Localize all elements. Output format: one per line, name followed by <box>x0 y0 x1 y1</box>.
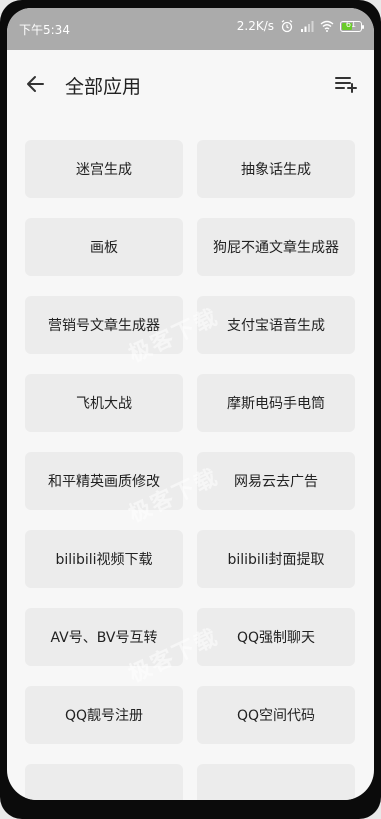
app-card[interactable]: AV号、BV号互转 <box>25 608 183 666</box>
battery-level: 61 <box>345 19 357 29</box>
app-card-label: 和平精英画质修改 <box>48 474 160 490</box>
app-card-label: 摩斯电码手电筒 <box>227 396 325 412</box>
app-card[interactable]: 抽象话生成 <box>197 140 355 198</box>
app-card[interactable]: QQ空间代码 <box>197 686 355 744</box>
app-card[interactable] <box>25 764 183 800</box>
arrow-left-icon <box>27 76 44 92</box>
app-card-label: 飞机大战 <box>76 396 132 412</box>
screen: 下午5:34 2.2K/s 61 全部应用 迷宫生成 抽象话生成 画板 狗屁不通… <box>7 8 374 800</box>
app-card-label: 迷宫生成 <box>76 162 132 178</box>
app-card[interactable]: 营销号文章生成器 <box>25 296 183 354</box>
add-to-list-button[interactable] <box>332 70 360 98</box>
app-card-label: bilibili封面提取 <box>227 552 325 568</box>
phone-frame: 下午5:34 2.2K/s 61 全部应用 迷宫生成 抽象话生成 画板 狗屁不通… <box>0 0 381 819</box>
app-card[interactable]: 摩斯电码手电筒 <box>197 374 355 432</box>
app-card-label: AV号、BV号互转 <box>50 630 158 646</box>
battery-icon: 61 <box>340 19 364 32</box>
alarm-icon <box>281 20 293 33</box>
app-card[interactable]: 迷宫生成 <box>25 140 183 198</box>
app-grid: 迷宫生成 抽象话生成画板 狗屁不通文章生成器营销号文章生成器 支付宝语音生成飞机大战 摩… <box>25 140 355 800</box>
status-bar: 下午5:34 2.2K/s 61 <box>7 8 374 50</box>
app-card[interactable]: 和平精英画质修改 <box>25 452 183 510</box>
wifi-icon <box>320 20 334 32</box>
app-card-label: QQ靓号注册 <box>64 708 144 724</box>
status-icons: 2.2K/s 61 <box>236 19 364 33</box>
app-card[interactable] <box>197 764 355 800</box>
app-card-label: QQ强制聊天 <box>236 630 316 646</box>
app-card-label: 支付宝语音生成 <box>227 318 325 334</box>
app-card[interactable]: bilibili封面提取 <box>197 530 355 588</box>
page-title: 全部应用 <box>65 76 142 98</box>
app-card-label: 网易云去广告 <box>234 474 318 490</box>
status-time: 下午5:34 <box>19 23 70 37</box>
signal-icon <box>301 21 314 32</box>
app-card[interactable]: QQ靓号注册 <box>25 686 183 744</box>
app-card-label: 抽象话生成 <box>241 162 311 178</box>
app-card-label: bilibili视频下载 <box>55 552 153 568</box>
app-card[interactable]: QQ强制聊天 <box>197 608 355 666</box>
app-card[interactable]: 狗屁不通文章生成器 <box>197 218 355 276</box>
app-card-label: 营销号文章生成器 <box>48 318 160 334</box>
app-card[interactable]: 网易云去广告 <box>197 452 355 510</box>
app-bar: 全部应用 <box>7 50 374 116</box>
network-speed: 2.2K/s <box>236 19 274 33</box>
playlist-add-icon <box>335 77 357 93</box>
app-card-label: QQ空间代码 <box>236 708 316 724</box>
app-card-label: 画板 <box>90 240 118 256</box>
app-card[interactable]: 支付宝语音生成 <box>197 296 355 354</box>
app-card-label: 狗屁不通文章生成器 <box>213 240 339 256</box>
back-button[interactable] <box>21 70 49 98</box>
app-card[interactable]: bilibili视频下载 <box>25 530 183 588</box>
app-card[interactable]: 飞机大战 <box>25 374 183 432</box>
app-card[interactable]: 画板 <box>25 218 183 276</box>
